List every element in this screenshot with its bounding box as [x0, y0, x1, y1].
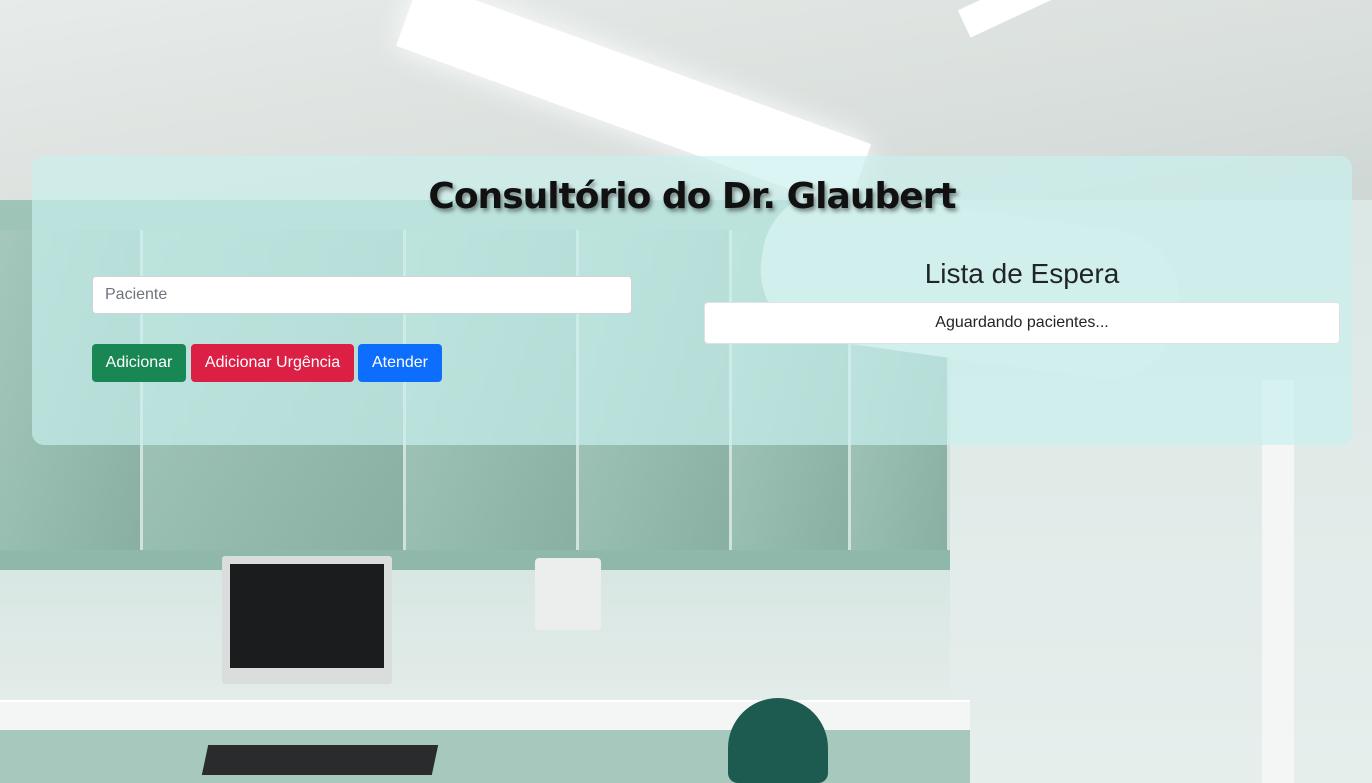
desk-phone: [535, 558, 601, 630]
queue-title: Lista de Espera: [924, 258, 1120, 289]
keyboard: [201, 745, 439, 775]
monitor-screen: [230, 564, 384, 668]
counter: [0, 700, 970, 732]
add-button[interactable]: Adicionar: [92, 344, 186, 382]
waiting-list: Aguardando pacientes...: [704, 302, 1340, 344]
page-title: Consultório do Dr. Glaubert: [428, 176, 956, 217]
add-urgent-button[interactable]: Adicionar Urgência: [191, 344, 354, 382]
list-item: Aguardando pacientes...: [704, 302, 1340, 344]
patient-input[interactable]: [92, 276, 632, 314]
monitor: [222, 556, 392, 684]
main-panel: Consultório do Dr. Glaubert Adicionar Ad…: [32, 156, 1352, 445]
attend-button[interactable]: Atender: [358, 344, 442, 382]
